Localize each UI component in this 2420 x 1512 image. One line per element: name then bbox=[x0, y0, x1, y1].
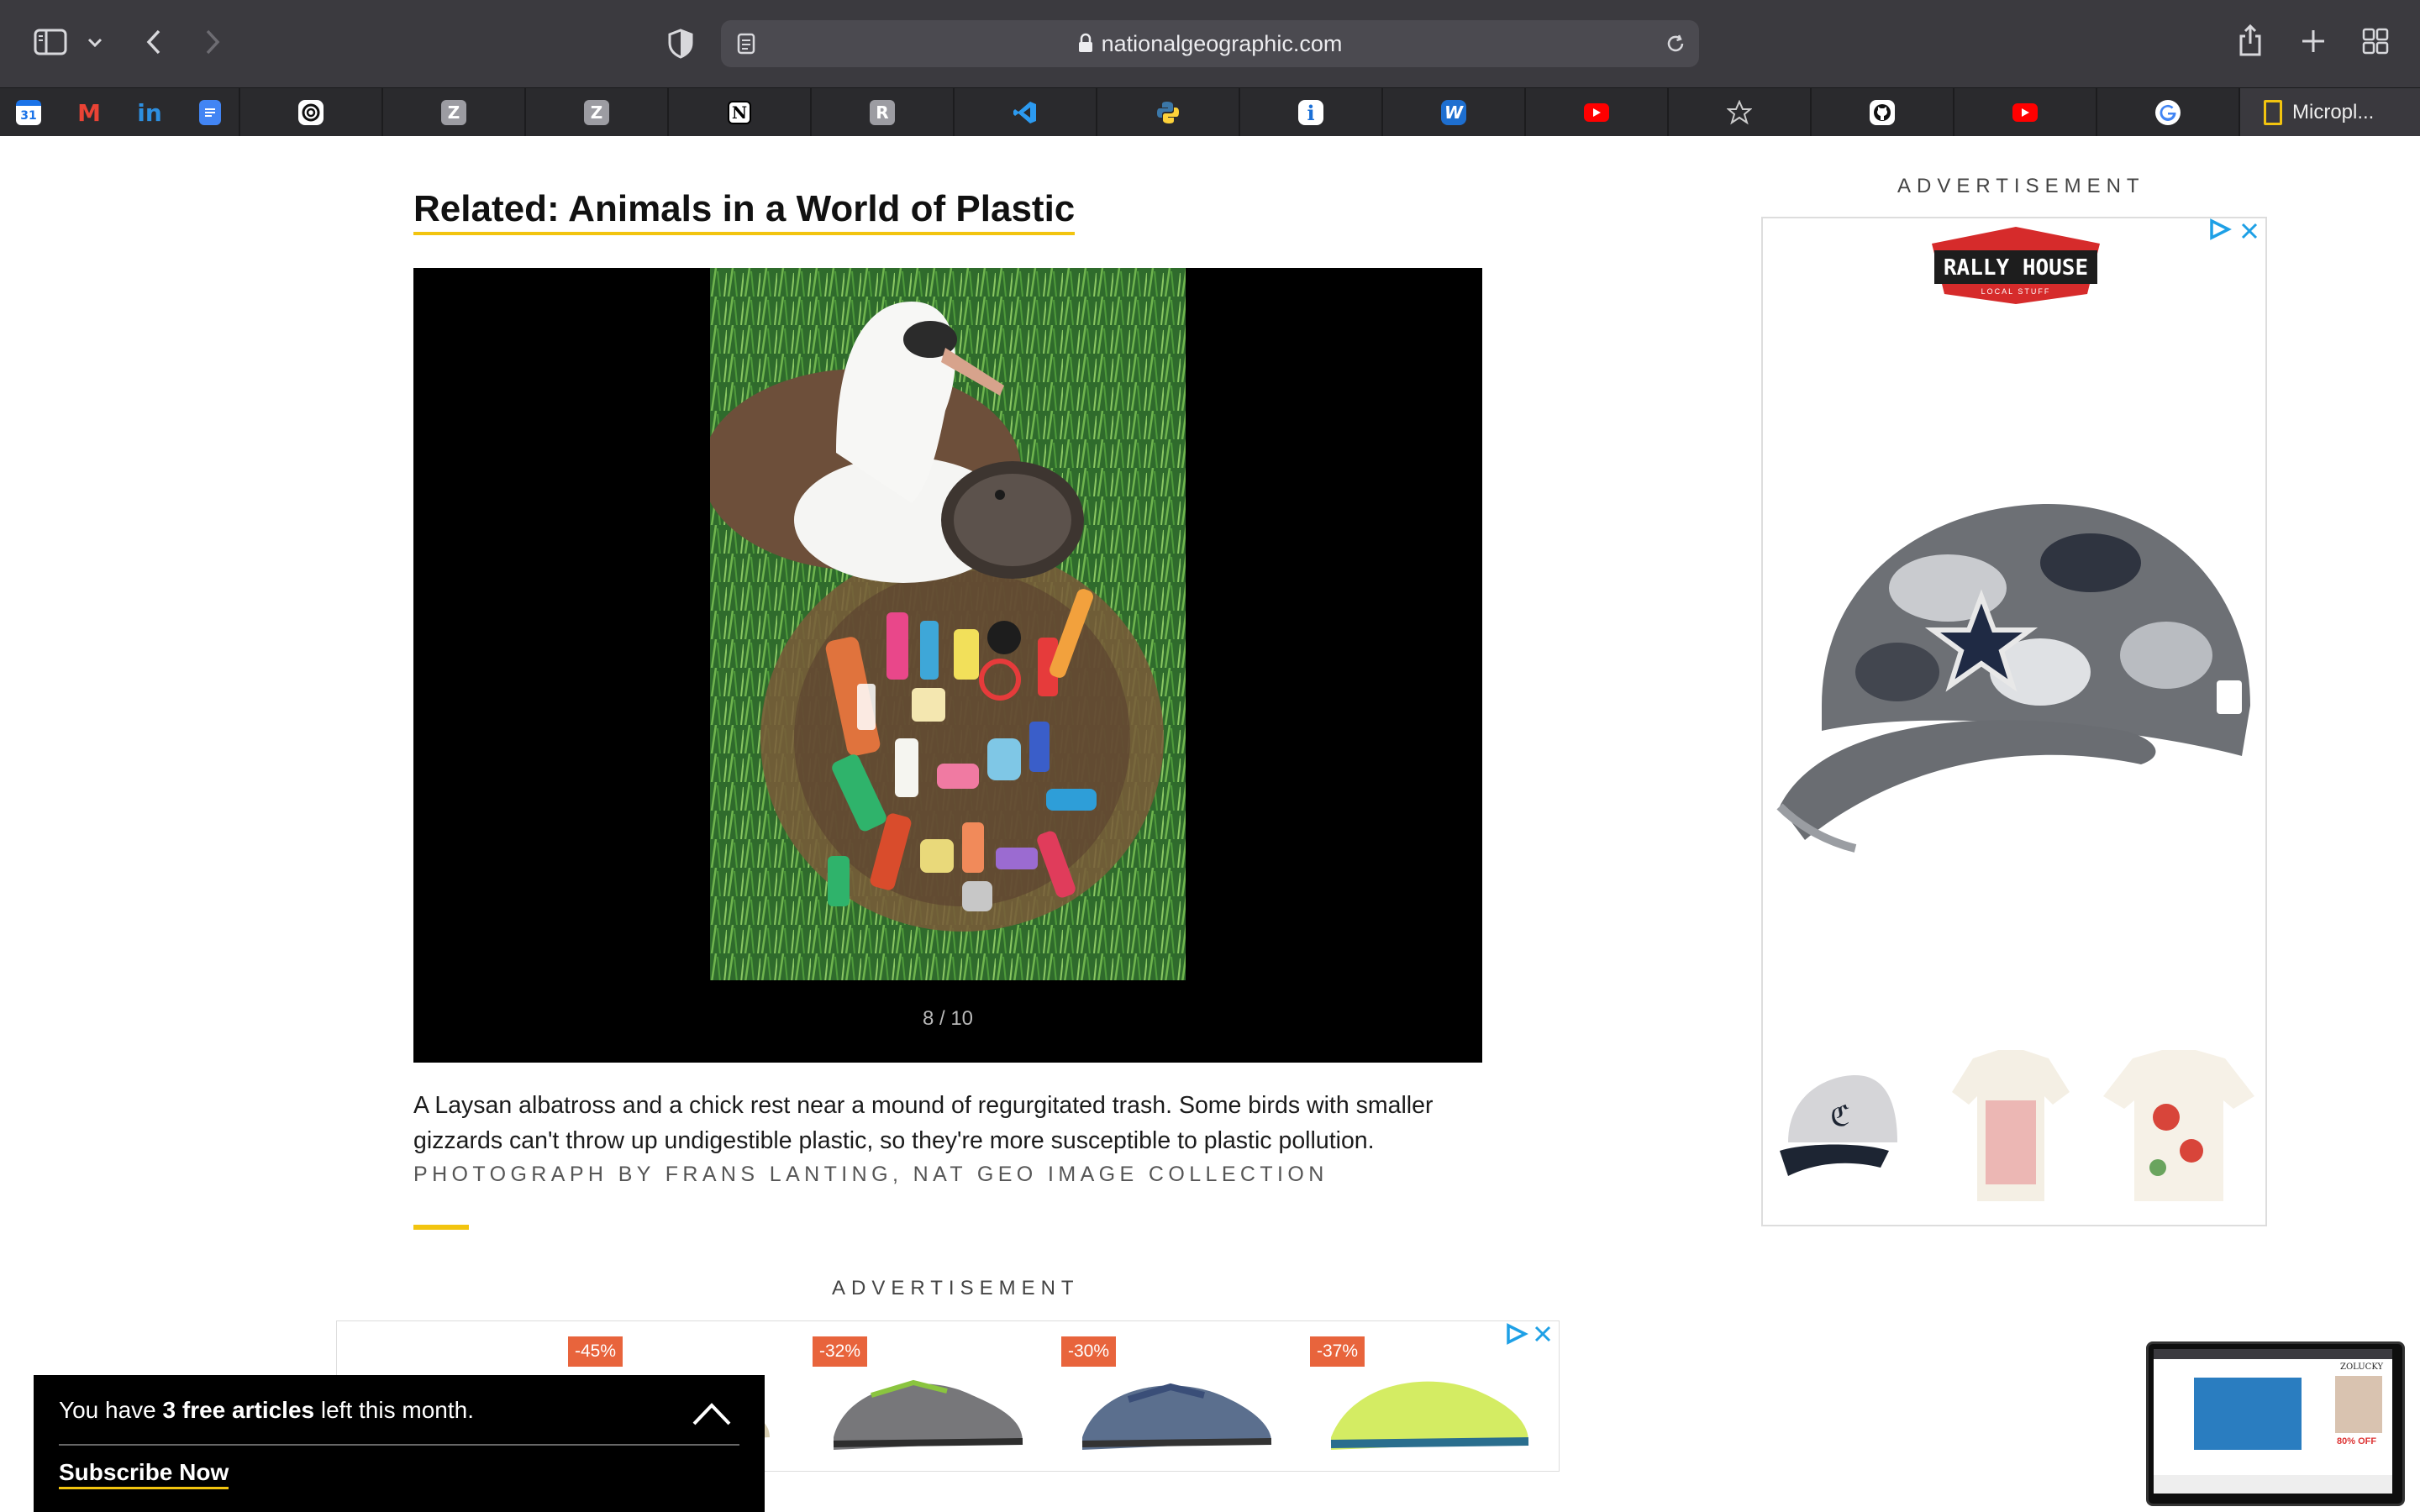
notion-icon: N bbox=[728, 101, 751, 124]
page-icon bbox=[2264, 100, 2282, 125]
url-text: nationalgeographic.com bbox=[1101, 31, 1343, 56]
shield-icon[interactable] bbox=[664, 25, 697, 62]
tab-google[interactable] bbox=[2097, 88, 2240, 137]
pip-offer: 80% OFF bbox=[2337, 1436, 2377, 1446]
brand-name: RALLY HOUSE bbox=[1943, 255, 2089, 281]
address-bar[interactable]: nationalgeographic.com bbox=[721, 20, 1699, 67]
pip-brand: ZOLUCKY bbox=[2340, 1362, 2384, 1372]
shoe-ad-item[interactable]: -30% bbox=[1061, 1336, 1280, 1462]
pip-browser-bar bbox=[2154, 1349, 2392, 1359]
zotero-icon: Z bbox=[584, 100, 609, 125]
github-icon bbox=[1870, 100, 1895, 125]
calendar-icon: 31 bbox=[16, 100, 41, 125]
wordpress-icon: W bbox=[1441, 100, 1466, 125]
tab-wordpress[interactable]: W bbox=[1383, 88, 1526, 137]
adchoices-icon[interactable] bbox=[2208, 218, 2232, 244]
tab-info-app[interactable]: i bbox=[1240, 88, 1383, 137]
gallery-counter: 8 / 10 bbox=[922, 1007, 974, 1030]
tab-python[interactable] bbox=[1097, 88, 1240, 137]
tab-zotero-1[interactable]: Z bbox=[383, 88, 526, 137]
tab-youtube-2[interactable] bbox=[1954, 88, 2097, 137]
google-docs-icon bbox=[199, 100, 221, 125]
product-thumb-cap[interactable]: ℭ bbox=[1771, 1058, 1897, 1193]
pip-window-preview[interactable]: ZOLUCKY 80% OFF bbox=[2146, 1341, 2405, 1506]
tab-notion[interactable]: N bbox=[669, 88, 812, 137]
tab-youtube-1[interactable] bbox=[1526, 88, 1669, 137]
photo-gallery[interactable]: 8 / 10 bbox=[413, 268, 1482, 1063]
gmail-icon: M bbox=[77, 98, 101, 127]
related-link[interactable]: Related: Animals in a World of Plastic bbox=[413, 188, 1076, 235]
photo-credit: PHOTOGRAPH BY FRANS LANTING, NAT GEO IMA… bbox=[413, 1163, 1328, 1186]
ad-label-bottom: ADVERTISEMENT bbox=[832, 1277, 1080, 1299]
info-app-icon: i bbox=[1298, 100, 1323, 125]
shoe-ad-item[interactable]: -37% bbox=[1310, 1336, 1529, 1462]
star-icon bbox=[1727, 100, 1752, 125]
rally-house-ad[interactable]: RALLY HOUSE LOCAL STUFF ℭ bbox=[1761, 217, 2267, 1226]
camo-cap-image bbox=[1771, 487, 2259, 874]
linkedin-icon: in bbox=[137, 98, 162, 127]
tab-overview-icon[interactable] bbox=[2361, 27, 2390, 55]
pip-ad-image bbox=[2335, 1376, 2382, 1433]
shoe-ad-item[interactable]: -32% bbox=[813, 1336, 1031, 1462]
new-tab-icon[interactable] bbox=[2299, 27, 2328, 55]
sidebar-icon[interactable] bbox=[34, 27, 67, 57]
subscribe-banner: You have 3 free articles left this month… bbox=[34, 1375, 765, 1512]
lock-icon bbox=[1078, 22, 1093, 69]
albatross-photo bbox=[710, 268, 1186, 980]
r-app-icon: R bbox=[870, 100, 895, 125]
tab-calendar[interactable]: 31 bbox=[0, 88, 57, 137]
free-articles-notice: You have 3 free articles left this month… bbox=[59, 1397, 474, 1424]
zotero-icon: Z bbox=[441, 100, 466, 125]
divider bbox=[413, 1225, 469, 1230]
tab-active[interactable]: Micropl... bbox=[2240, 88, 2420, 137]
adchoices-icon[interactable] bbox=[1505, 1323, 1528, 1351]
url-display[interactable]: nationalgeographic.com bbox=[721, 20, 1699, 67]
tab-vscode[interactable] bbox=[955, 88, 1097, 137]
reload-icon[interactable] bbox=[1664, 32, 1687, 55]
google-icon bbox=[2155, 100, 2181, 125]
photo-caption: A Laysan albatross and a chick rest near… bbox=[413, 1092, 1434, 1154]
chevron-up-icon[interactable] bbox=[691, 1397, 733, 1431]
python-icon bbox=[1155, 100, 1181, 125]
back-icon[interactable] bbox=[141, 25, 166, 59]
tab-github[interactable] bbox=[1812, 88, 1954, 137]
tab-google-docs[interactable] bbox=[182, 88, 240, 137]
tab-r-app[interactable]: R bbox=[812, 88, 955, 137]
pip-content: ZOLUCKY 80% OFF bbox=[2154, 1349, 2392, 1494]
share-icon[interactable] bbox=[2235, 22, 2265, 59]
pip-article-image bbox=[2194, 1378, 2302, 1450]
youtube-icon bbox=[1584, 103, 1609, 122]
tab-label: Micropl... bbox=[2292, 101, 2375, 123]
free-article-count: 3 free articles bbox=[162, 1397, 315, 1423]
close-ad-icon[interactable] bbox=[2240, 222, 2259, 244]
tab-circle-app[interactable] bbox=[240, 88, 383, 137]
chevron-down-icon[interactable] bbox=[84, 32, 106, 54]
close-ad-icon[interactable] bbox=[1534, 1325, 1552, 1347]
rally-house-logo: RALLY HOUSE LOCAL STUFF bbox=[1928, 227, 2104, 304]
tab-bar: 31 M in Z Z N R i W Micropl... bbox=[0, 87, 2420, 137]
pip-bottom-ad bbox=[2154, 1475, 2392, 1494]
youtube-icon bbox=[2012, 103, 2038, 122]
forward-icon[interactable] bbox=[200, 25, 225, 59]
browser-toolbar: nationalgeographic.com bbox=[0, 0, 2420, 87]
product-thumb-shirt-2[interactable] bbox=[2099, 1050, 2259, 1201]
ad-label-right: ADVERTISEMENT bbox=[1897, 175, 2145, 197]
svg-text:ℭ: ℭ bbox=[1830, 1100, 1850, 1133]
circle-app-icon bbox=[298, 100, 324, 125]
notice-prefix: You have bbox=[59, 1397, 163, 1423]
product-thumb-shirt-1[interactable] bbox=[1948, 1050, 2074, 1201]
tab-zotero-2[interactable]: Z bbox=[526, 88, 669, 137]
brand-tagline: LOCAL STUFF bbox=[1981, 287, 2051, 296]
tab-bookmark[interactable] bbox=[1669, 88, 1812, 137]
page-content: Related: Animals in a World of Plastic 8… bbox=[0, 136, 2420, 1512]
subscribe-now-link[interactable]: Subscribe Now bbox=[59, 1459, 229, 1489]
tab-gmail[interactable]: M bbox=[60, 88, 118, 137]
vscode-icon bbox=[1013, 100, 1038, 125]
banner-divider bbox=[59, 1444, 739, 1446]
notice-suffix: left this month. bbox=[314, 1397, 474, 1423]
tab-linkedin[interactable]: in bbox=[121, 88, 178, 137]
